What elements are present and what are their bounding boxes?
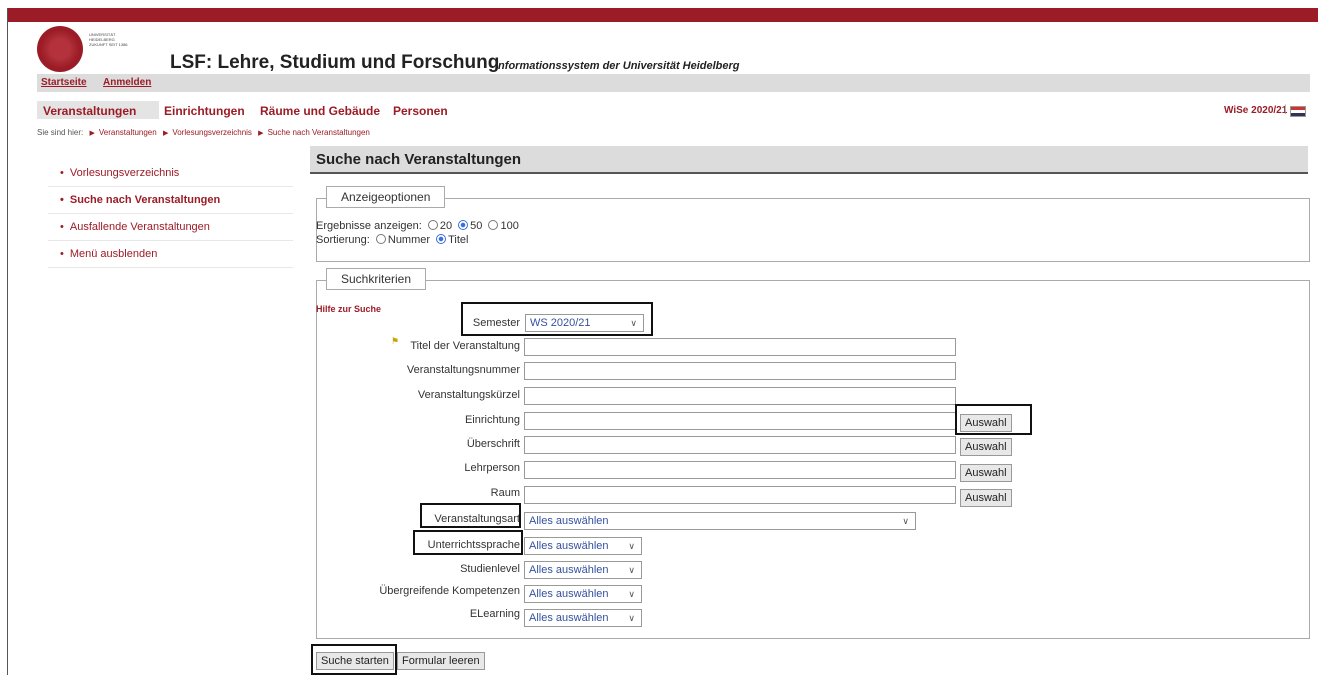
sub-navigation-bar: Startseite Anmelden [37, 74, 1310, 92]
display-options-legend: Anzeigeoptionen [326, 186, 446, 208]
type-highlight-box [420, 503, 521, 528]
logo-wordmark: UNIVERSITÄT HEIDELBERG ZUKUNFT SEIT 1386 [89, 32, 128, 47]
chevron-down-icon: ∨ [628, 541, 635, 551]
short-input[interactable] [524, 387, 956, 405]
breadcrumb-arrow-icon: ▶ [162, 130, 169, 137]
nav-raeume-gebaeude[interactable]: Räume und Gebäude [260, 104, 380, 118]
results-radio-50[interactable] [458, 220, 469, 230]
results-option-50: 50 [470, 220, 483, 232]
search-help-link[interactable]: Hilfe zur Suche [316, 304, 381, 314]
search-criteria-legend: Suchkriterien [326, 268, 427, 290]
competences-select-value: Alles auswählen [529, 588, 609, 600]
login-link[interactable]: Anmelden [103, 77, 151, 88]
elearning-select-value: Alles auswählen [529, 612, 609, 624]
type-select[interactable]: Alles auswählen ∨ [524, 512, 916, 530]
breadcrumb: Sie sind hier: ▶ Veranstaltungen ▶ Vorlesu… [37, 128, 370, 137]
page-title: Suche nach Veranstaltungen [316, 151, 522, 168]
teacher-choose-button[interactable]: Auswahl [960, 464, 1012, 482]
breadcrumb-suche[interactable]: Suche nach Veranstaltungen [268, 128, 370, 137]
sidebar-item-suche[interactable]: Suche nach Veranstaltungen [48, 187, 293, 214]
semester-highlight-box [461, 302, 653, 336]
competences-select[interactable]: Alles auswählen ∨ [524, 585, 642, 603]
sidebar-item-menu-ausblenden[interactable]: Menü ausblenden [48, 241, 293, 268]
sort-option-nummer: Nummer [387, 234, 431, 246]
heading-label: Überschrift [466, 438, 520, 450]
breadcrumb-veranstaltungen[interactable]: Veranstaltungen [99, 128, 157, 137]
sort-option-titel: Titel [448, 234, 469, 246]
sort-label: Sortierung: [316, 234, 370, 246]
sidebar-menu: Vorlesungsverzeichnis Suche nach Veranst… [48, 160, 293, 268]
number-input[interactable] [524, 362, 956, 380]
results-option-20: 20 [439, 220, 453, 232]
nav-veranstaltungen[interactable]: Veranstaltungen [43, 104, 136, 118]
start-search-highlight-box [311, 644, 397, 675]
teacher-input[interactable] [524, 461, 956, 479]
chevron-down-icon: ∨ [902, 516, 909, 526]
sort-radio-titel[interactable] [436, 234, 447, 244]
room-choose-button[interactable]: Auswahl [960, 489, 1012, 507]
results-option-100: 100 [500, 220, 519, 232]
elearning-label: ELearning [469, 608, 520, 620]
english-flag-icon[interactable] [1290, 106, 1306, 117]
language-select-value: Alles auswählen [529, 540, 609, 552]
current-semester[interactable]: WiSe 2020/21 [1224, 105, 1287, 116]
breadcrumb-vorlesungsverzeichnis[interactable]: Vorlesungsverzeichnis [172, 128, 252, 137]
top-brand-bar [7, 8, 1318, 22]
results-radio-100[interactable] [488, 220, 499, 230]
institution-label: Einrichtung [464, 414, 520, 426]
institution-highlight-box [955, 404, 1032, 435]
number-label: Veranstaltungsnummer [406, 364, 520, 376]
sidebar-item-vorlesungsverzeichnis[interactable]: Vorlesungsverzeichnis [48, 160, 293, 187]
sidebar-item-ausfallende[interactable]: Ausfallende Veranstaltungen [48, 214, 293, 241]
site-subtitle: Informationssystem der Universität Heide… [495, 60, 740, 72]
chevron-down-icon: ∨ [628, 613, 635, 623]
short-label: Veranstaltungskürzel [417, 389, 520, 401]
frame-left-border [7, 8, 8, 675]
level-select[interactable]: Alles auswählen ∨ [524, 561, 642, 579]
results-radio-20[interactable] [427, 220, 438, 230]
nav-personen[interactable]: Personen [393, 104, 448, 118]
teacher-label: Lehrperson [464, 462, 520, 474]
breadcrumb-prefix: Sie sind hier: [37, 128, 84, 137]
title-input[interactable] [524, 338, 956, 356]
chevron-down-icon: ∨ [628, 589, 635, 599]
results-row: Ergebnisse anzeigen: 20 50 100 [316, 220, 519, 232]
room-input[interactable] [524, 486, 956, 504]
heading-input[interactable] [524, 436, 956, 454]
sort-radio-nummer[interactable] [375, 234, 386, 244]
flag-icon: ⚑ [391, 336, 400, 346]
chevron-down-icon: ∨ [628, 565, 635, 575]
results-label: Ergebnisse anzeigen: [316, 220, 422, 232]
level-label: Studienlevel [460, 563, 520, 575]
breadcrumb-arrow-icon: ▶ [89, 130, 95, 137]
sort-row: Sortierung: Nummer Titel [316, 234, 468, 246]
site-title: LSF: Lehre, Studium und Forschung [170, 52, 500, 73]
level-select-value: Alles auswählen [529, 564, 609, 576]
institution-input[interactable] [524, 412, 956, 430]
clear-form-button[interactable]: Formular leeren [397, 652, 485, 670]
heading-choose-button[interactable]: Auswahl [960, 438, 1012, 456]
language-select[interactable]: Alles auswählen ∨ [524, 537, 642, 555]
type-select-value: Alles auswählen [529, 515, 609, 527]
university-seal-logo[interactable] [37, 26, 83, 72]
language-highlight-box [413, 530, 523, 555]
competences-label: Übergreifende Kompetenzen [379, 585, 520, 597]
elearning-select[interactable]: Alles auswählen ∨ [524, 609, 642, 627]
room-label: Raum [490, 487, 520, 499]
breadcrumb-arrow-icon: ▶ [258, 130, 264, 137]
nav-einrichtungen[interactable]: Einrichtungen [164, 104, 245, 118]
home-link[interactable]: Startseite [41, 77, 87, 88]
separator: | [1284, 104, 1287, 115]
title-label: Titel der Veranstaltung [410, 340, 520, 352]
